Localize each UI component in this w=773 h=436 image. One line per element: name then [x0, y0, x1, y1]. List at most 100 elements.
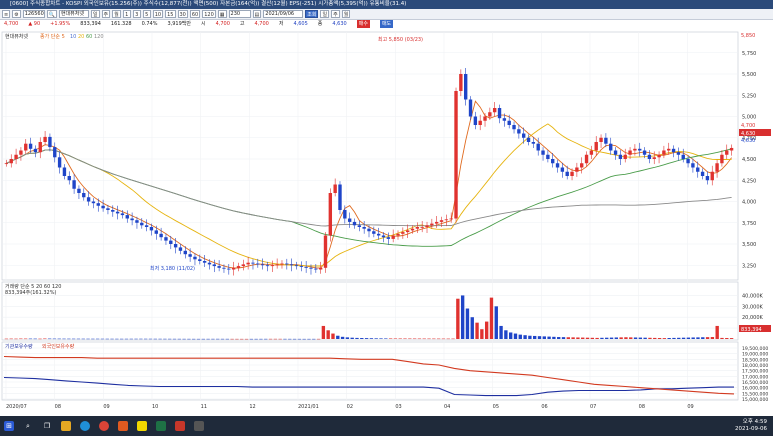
- buy-button[interactable]: 매수: [356, 20, 370, 28]
- candle-body: [623, 154, 627, 159]
- period-1[interactable]: 1: [122, 10, 131, 18]
- candle-body: [686, 159, 690, 164]
- candle-body: [222, 267, 226, 269]
- stock-chart[interactable]: 5,7505,5005,2505,0004,7504,5004,2504,000…: [0, 28, 773, 416]
- search-icon[interactable]: ⌕: [23, 421, 33, 431]
- edge-icon[interactable]: [80, 421, 90, 431]
- volume-y-tick: 20,000K: [742, 315, 763, 321]
- candle-body: [599, 137, 603, 142]
- volume-bar: [571, 337, 575, 339]
- file-explorer-icon[interactable]: [61, 421, 71, 431]
- candle-body: [338, 184, 342, 210]
- volume-bar: [292, 338, 297, 340]
- candle-body: [696, 167, 700, 172]
- volume-bar: [710, 337, 715, 339]
- candle-body: [560, 167, 565, 172]
- date-input[interactable]: 2021/09/06: [263, 10, 304, 18]
- search-icon[interactable]: 🔍: [46, 10, 57, 18]
- sell-button[interactable]: 매도: [379, 20, 394, 28]
- stock-name-field[interactable]: 현대퓨처넷: [58, 10, 89, 18]
- volume-bar: [71, 338, 76, 340]
- candle-body: [507, 120, 511, 125]
- volume-tag-text: 833,394: [741, 327, 762, 333]
- volume-bar: [57, 338, 61, 340]
- candle-body: [38, 142, 42, 153]
- candle-body: [565, 171, 569, 176]
- volume-bar: [326, 330, 330, 339]
- period-120[interactable]: 120: [202, 10, 216, 18]
- trade-value: 3,919백만: [167, 21, 191, 27]
- candle-body: [439, 220, 444, 222]
- period-5[interactable]: 5: [142, 10, 151, 18]
- task-view-icon[interactable]: ❐: [42, 421, 52, 431]
- volume-y-tick: 40,000K: [742, 293, 763, 299]
- settings-icon[interactable]: ⚙: [12, 10, 21, 18]
- menu-button[interactable]: ≡: [2, 10, 11, 18]
- candle-body: [96, 203, 100, 206]
- period-month[interactable]: 월: [112, 10, 121, 18]
- period-week[interactable]: 주: [101, 10, 111, 18]
- volume-bar: [705, 337, 710, 339]
- volume-bar: [403, 338, 407, 340]
- hanbit-icon[interactable]: [118, 421, 128, 431]
- photos-icon[interactable]: [175, 421, 185, 431]
- volume-bar: [182, 338, 186, 340]
- volume-bar: [316, 338, 321, 340]
- period-3[interactable]: 3: [132, 10, 141, 18]
- volume-bar: [408, 338, 412, 340]
- candle-body: [488, 112, 492, 117]
- price-y-tick: 4,250: [742, 178, 756, 184]
- candle-body: [657, 154, 661, 158]
- excel-icon[interactable]: [156, 421, 166, 431]
- candle-body: [231, 267, 236, 270]
- volume-bar: [609, 337, 614, 339]
- period-10[interactable]: 10: [152, 10, 164, 18]
- period-15[interactable]: 15: [165, 10, 176, 18]
- volume-bar: [537, 336, 542, 339]
- candle-body: [111, 210, 115, 212]
- ma-legend-10: 10: [70, 34, 76, 40]
- candle-body: [473, 116, 478, 125]
- volume-bar: [422, 338, 426, 340]
- candle-body: [169, 240, 173, 244]
- price-y-tick: 3,250: [742, 263, 756, 269]
- ma-legend-120: 120: [94, 34, 104, 40]
- volume-bar: [614, 337, 619, 339]
- volume-bar: [268, 338, 273, 340]
- volume-bar: [43, 338, 47, 340]
- candle-body: [541, 150, 545, 155]
- volume-bar: [523, 335, 527, 339]
- period-60[interactable]: 60: [189, 10, 201, 18]
- candle-body: [82, 193, 86, 198]
- candle-body: [193, 256, 197, 260]
- period-30[interactable]: 30: [177, 10, 188, 18]
- price-y-tick: 5,000: [742, 115, 756, 121]
- volume-bar: [139, 338, 143, 340]
- price-change: ▲ 90: [28, 21, 41, 27]
- option-day[interactable]: 일: [320, 10, 330, 18]
- kakao-icon[interactable]: [137, 421, 147, 431]
- option-week[interactable]: 주: [331, 10, 340, 18]
- candle-body: [531, 142, 536, 144]
- volume-value-label: 833,394주(161.32%): [5, 290, 56, 296]
- candle-body: [430, 223, 434, 226]
- windows-start-icon[interactable]: ⊞: [4, 421, 14, 431]
- chrome-icon[interactable]: [99, 421, 109, 431]
- option-month[interactable]: 월: [341, 10, 351, 18]
- volume-bar: [691, 337, 695, 339]
- ma-legend-5: 종가 단순 5: [40, 33, 65, 40]
- period-day[interactable]: 일: [90, 10, 100, 18]
- settings-app-icon[interactable]: [194, 421, 204, 431]
- candle-body: [681, 154, 685, 159]
- volume-bar: [504, 330, 508, 339]
- chart-type-icon[interactable]: ▦: [217, 10, 227, 18]
- query-button[interactable]: 조회: [305, 10, 319, 18]
- stock-code-input[interactable]: 126560: [22, 10, 45, 18]
- volume-bar: [76, 338, 81, 340]
- toolbar: ≡ ⚙ 126560 🔍 현대퓨처넷 일 주 월 1 3 5 10 15 30 …: [0, 9, 773, 20]
- calendar-icon[interactable]: ▤: [252, 10, 262, 18]
- volume-bar: [206, 338, 210, 340]
- count-input[interactable]: 230: [228, 10, 251, 18]
- candle-body: [715, 163, 719, 172]
- x-axis-ticks: 2020/07 08 09 10 11 12 2021/01 02 03 04 05 06 07 08 09: [6, 404, 694, 410]
